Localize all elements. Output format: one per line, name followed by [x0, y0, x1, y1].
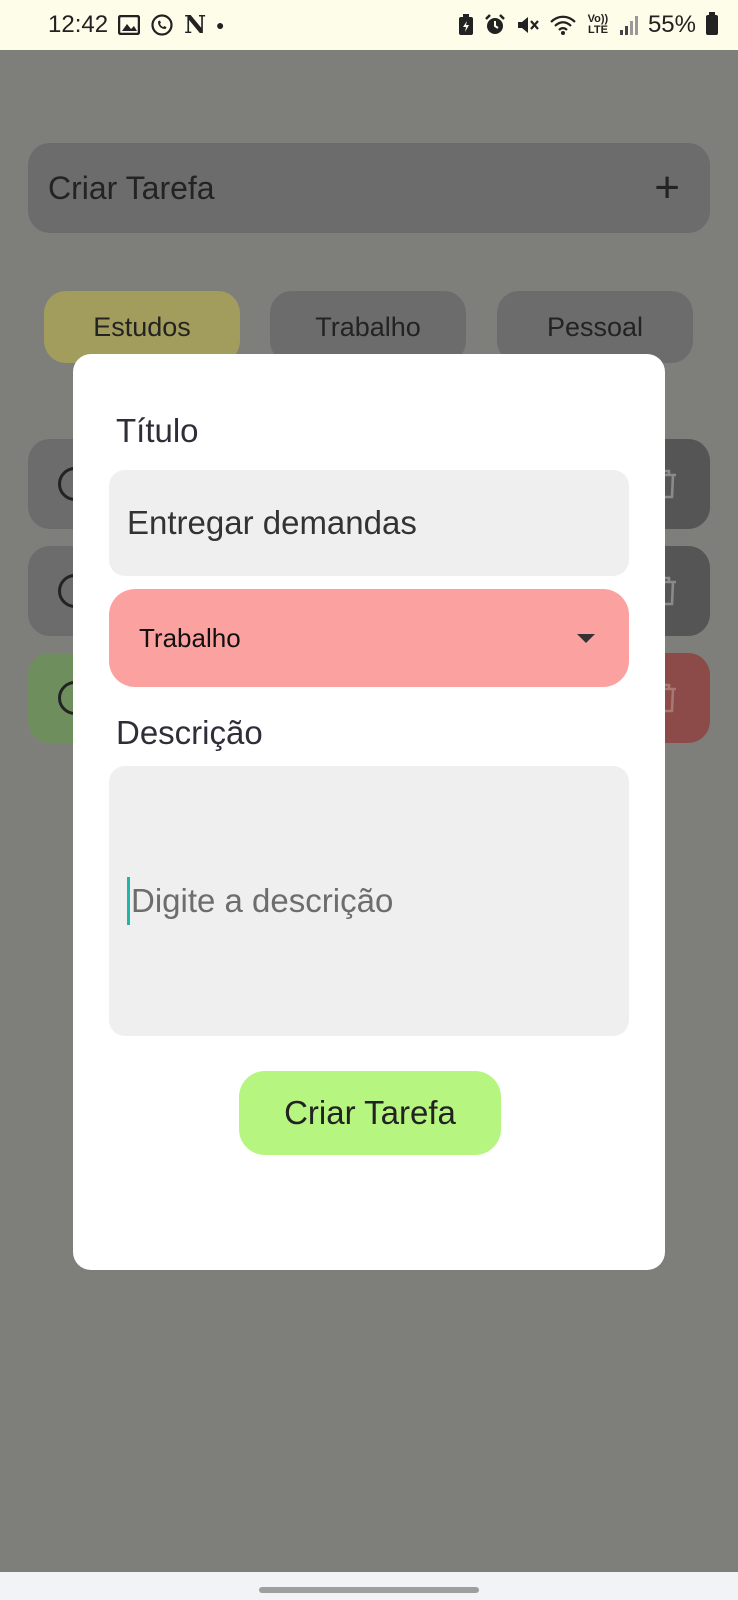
status-bar-right: Vo)) LTE 55% — [458, 11, 718, 39]
plus-icon: + — [654, 163, 680, 212]
dot-icon: ● — [216, 17, 225, 33]
category-chip-trabalho: Trabalho — [270, 291, 466, 363]
signal-icon — [619, 15, 638, 35]
volte-icon: Vo)) LTE — [587, 13, 609, 36]
navigation-bar — [0, 1572, 738, 1600]
create-task-modal: Título Entregar demandas Trabalho Descri… — [73, 354, 665, 1270]
status-time: 12:42 — [48, 11, 109, 38]
category-chip-estudos: Estudos — [44, 291, 240, 363]
title-input[interactable]: Entregar demandas — [109, 470, 629, 576]
text-cursor — [127, 877, 130, 925]
create-task-bar-label: Criar Tarefa — [48, 169, 215, 206]
gallery-icon — [118, 15, 141, 35]
status-bar-left: 12:42 N ● — [48, 11, 224, 39]
description-placeholder: Digite a descrição — [131, 882, 394, 919]
alarm-icon — [484, 14, 506, 36]
description-input[interactable]: Digite a descrição — [109, 766, 629, 1036]
battery-icon — [706, 12, 718, 35]
category-select-value: Trabalho — [139, 622, 241, 653]
wifi-icon — [550, 14, 576, 36]
netflix-icon: N — [184, 10, 206, 39]
mute-icon — [516, 14, 540, 36]
category-select[interactable]: Trabalho — [109, 589, 629, 687]
title-label: Título — [116, 412, 199, 449]
create-task-bar: Criar Tarefa + — [28, 143, 710, 233]
status-bar: 12:42 N ● Vo)) LTE 55% — [0, 0, 738, 50]
category-chip-pessoal: Pessoal — [497, 291, 693, 363]
dropdown-arrow-icon — [577, 633, 595, 643]
battery-percent: 55% — [647, 11, 696, 38]
description-label: Descrição — [116, 714, 263, 751]
whatsapp-icon — [150, 13, 174, 37]
create-task-button[interactable]: Criar Tarefa — [239, 1071, 501, 1155]
battery-saver-icon — [458, 14, 474, 36]
home-handle[interactable] — [259, 1587, 479, 1593]
